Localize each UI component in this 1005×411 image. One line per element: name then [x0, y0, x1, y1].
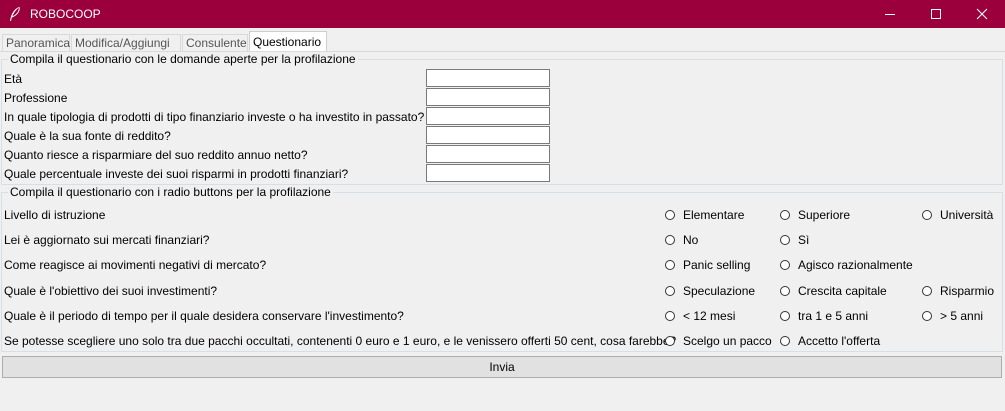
radio-icon: [665, 336, 675, 346]
feather-icon: [8, 6, 22, 22]
radio-icon: [780, 210, 790, 220]
goal-radio-speculazione[interactable]: Speculazione: [665, 283, 755, 299]
tab-modifica-aggiungi[interactable]: Modifica/Aggiungi: [71, 34, 181, 51]
income-source-input[interactable]: [426, 126, 550, 144]
investment-goal-label: Quale è l'obiettivo dei suoi investiment…: [4, 284, 218, 298]
choice-radio-scelgo-un-pacco[interactable]: Scelgo un pacco: [665, 333, 772, 349]
education-radio-universita[interactable]: Università: [922, 207, 993, 223]
education-radio-superiore[interactable]: Superiore: [780, 207, 850, 223]
investment-percentage-label: Quale percentuale investe dei suoi rispa…: [4, 167, 349, 181]
radio-icon: [922, 311, 932, 321]
minimize-icon: [885, 14, 895, 15]
holding-period-label: Quale è il periodo di tempo per il quale…: [4, 309, 404, 323]
markets-radio-no[interactable]: No: [665, 232, 698, 248]
negative-moves-label: Come reagisce ai movimenti negativi di m…: [4, 258, 267, 272]
maximize-button[interactable]: [913, 0, 959, 28]
age-label: Età: [4, 72, 23, 86]
tab-consulente[interactable]: Consulente: [182, 34, 248, 51]
submit-button[interactable]: Invia: [2, 356, 1002, 378]
title-bar: ROBOCOOP: [0, 0, 1005, 28]
products-input[interactable]: [426, 107, 550, 125]
products-label: In quale tipologia di prodotti di tipo f…: [4, 110, 425, 124]
radio-icon: [780, 286, 790, 296]
education-radio-elementare[interactable]: Elementare: [665, 207, 744, 223]
reaction-radio-agisco-razionalmente[interactable]: Agisco razionalmente: [780, 257, 913, 273]
markets-radio-si[interactable]: Sì: [780, 232, 809, 248]
radio-icon: [780, 336, 790, 346]
markets-updated-label: Lei è aggiornato sui mercati finanziari?: [4, 233, 210, 247]
tab-questionario[interactable]: Questionario: [249, 31, 327, 52]
close-icon: [976, 8, 988, 20]
period-radio-1-to-5-years[interactable]: tra 1 e 5 anni: [780, 308, 868, 324]
tab-panoramica[interactable]: Panoramica: [2, 34, 70, 51]
radio-icon: [922, 210, 932, 220]
radio-icon: [780, 260, 790, 270]
radio-icon: [665, 235, 675, 245]
maximize-icon: [931, 9, 941, 19]
reaction-radio-panic-selling[interactable]: Panic selling: [665, 257, 750, 273]
income-source-label: Quale è la sua fonte di reddito?: [4, 129, 171, 143]
open-questions-title: Compila il questionario con le domande a…: [8, 52, 358, 66]
period-radio-under-12-months[interactable]: < 12 mesi: [665, 308, 735, 324]
radio-questions-title: Compila il questionario con i radio butt…: [8, 185, 333, 199]
tab-bar: Panoramica Modifica/Aggiungi Consulente …: [0, 28, 1005, 52]
profession-label: Professione: [4, 91, 68, 105]
radio-icon: [780, 235, 790, 245]
choice-radio-accetto-offerta[interactable]: Accetto l'offerta: [780, 333, 880, 349]
education-label: Livello di istruzione: [4, 208, 106, 222]
goal-radio-crescita-capitale[interactable]: Crescita capitale: [780, 283, 887, 299]
savings-label: Quanto riesce a risparmiare del suo redd…: [4, 148, 308, 162]
goal-radio-risparmio[interactable]: Risparmio: [922, 283, 994, 299]
investment-percentage-input[interactable]: [426, 164, 550, 182]
radio-icon: [780, 311, 790, 321]
close-button[interactable]: [959, 0, 1005, 28]
radio-icon: [665, 260, 675, 270]
radio-icon: [922, 286, 932, 296]
risk-choice-label: Se potesse scegliere uno solo tra due pa…: [4, 334, 677, 348]
radio-icon: [665, 311, 675, 321]
age-input[interactable]: [426, 69, 550, 87]
radio-icon: [665, 210, 675, 220]
window-title: ROBOCOOP: [30, 7, 101, 21]
savings-input[interactable]: [426, 145, 550, 163]
minimize-button[interactable]: [867, 0, 913, 28]
radio-icon: [665, 286, 675, 296]
period-radio-over-5-years[interactable]: > 5 anni: [922, 308, 983, 324]
profession-input[interactable]: [426, 88, 550, 106]
